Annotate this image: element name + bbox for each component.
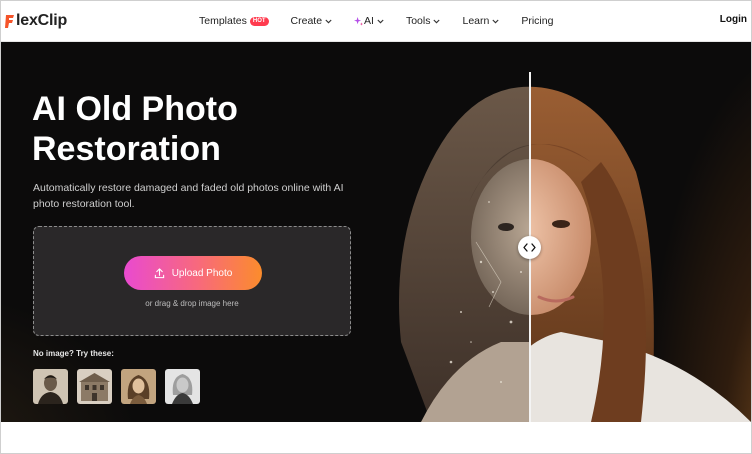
login-link[interactable]: Login bbox=[720, 14, 747, 25]
nav-tools[interactable]: Tools bbox=[406, 15, 441, 27]
sample-thumb-old-man[interactable] bbox=[33, 369, 68, 404]
upload-dropzone[interactable]: Upload Photo or drag & drop image here bbox=[33, 226, 351, 336]
upload-icon bbox=[154, 267, 164, 278]
compare-slider-handle[interactable] bbox=[518, 236, 541, 259]
nav-create-label: Create bbox=[290, 15, 323, 27]
nav-templates[interactable]: Templates HOT bbox=[199, 15, 269, 27]
nav-templates-label: Templates bbox=[199, 15, 247, 27]
nav-tools-label: Tools bbox=[405, 15, 431, 27]
top-navbar: lexClip Templates HOT Create AI Tools Le… bbox=[1, 1, 751, 42]
old-building-photo-icon bbox=[77, 369, 112, 404]
compare-arrows-icon bbox=[523, 243, 536, 252]
page-title: AI Old Photo Restoration bbox=[32, 90, 238, 168]
sample-thumbnails bbox=[33, 369, 209, 404]
nav-create[interactable]: Create bbox=[291, 15, 333, 27]
chevron-down-icon bbox=[325, 19, 332, 23]
sample-thumb-woman[interactable] bbox=[121, 369, 156, 404]
hot-badge: HOT bbox=[249, 16, 269, 26]
page-frame: lexClip Templates HOT Create AI Tools Le… bbox=[0, 0, 752, 454]
below-hero-area bbox=[1, 422, 751, 453]
sample-thumb-building[interactable] bbox=[77, 369, 112, 404]
samples-label: No image? Try these: bbox=[33, 349, 114, 358]
old-man-portrait-icon bbox=[33, 369, 68, 404]
hero-section: AI Old Photo Restoration Automatically r… bbox=[1, 42, 751, 422]
elderly-woman-portrait-icon bbox=[165, 369, 200, 404]
before-after-photo bbox=[399, 86, 751, 422]
drop-hint: or drag & drop image here bbox=[145, 299, 239, 308]
nav-pricing-label: Pricing bbox=[521, 15, 554, 27]
vintage-woman-portrait-icon bbox=[121, 369, 156, 404]
logo-icon bbox=[5, 15, 14, 28]
sparkle-icon bbox=[354, 16, 364, 26]
chevron-down-icon bbox=[492, 19, 499, 23]
chevron-down-icon bbox=[377, 19, 384, 23]
logo-text: lexClip bbox=[16, 12, 68, 29]
sample-thumb-elderly-woman[interactable] bbox=[165, 369, 200, 404]
nav-pricing[interactable]: Pricing bbox=[521, 15, 553, 27]
upload-photo-label: Upload Photo bbox=[171, 267, 233, 279]
chevron-down-icon bbox=[433, 19, 441, 23]
flexclip-logo[interactable]: lexClip bbox=[5, 11, 67, 31]
nav-ai[interactable]: AI bbox=[354, 15, 384, 27]
nav-learn-label: Learn bbox=[462, 15, 490, 27]
upload-photo-button[interactable]: Upload Photo bbox=[124, 256, 262, 290]
nav-ai-label: AI bbox=[364, 15, 374, 27]
nav-learn[interactable]: Learn bbox=[462, 15, 499, 27]
main-nav: Templates HOT Create AI Tools Learn Pric… bbox=[199, 1, 575, 41]
page-subtitle: Automatically restore damaged and faded … bbox=[33, 182, 344, 210]
